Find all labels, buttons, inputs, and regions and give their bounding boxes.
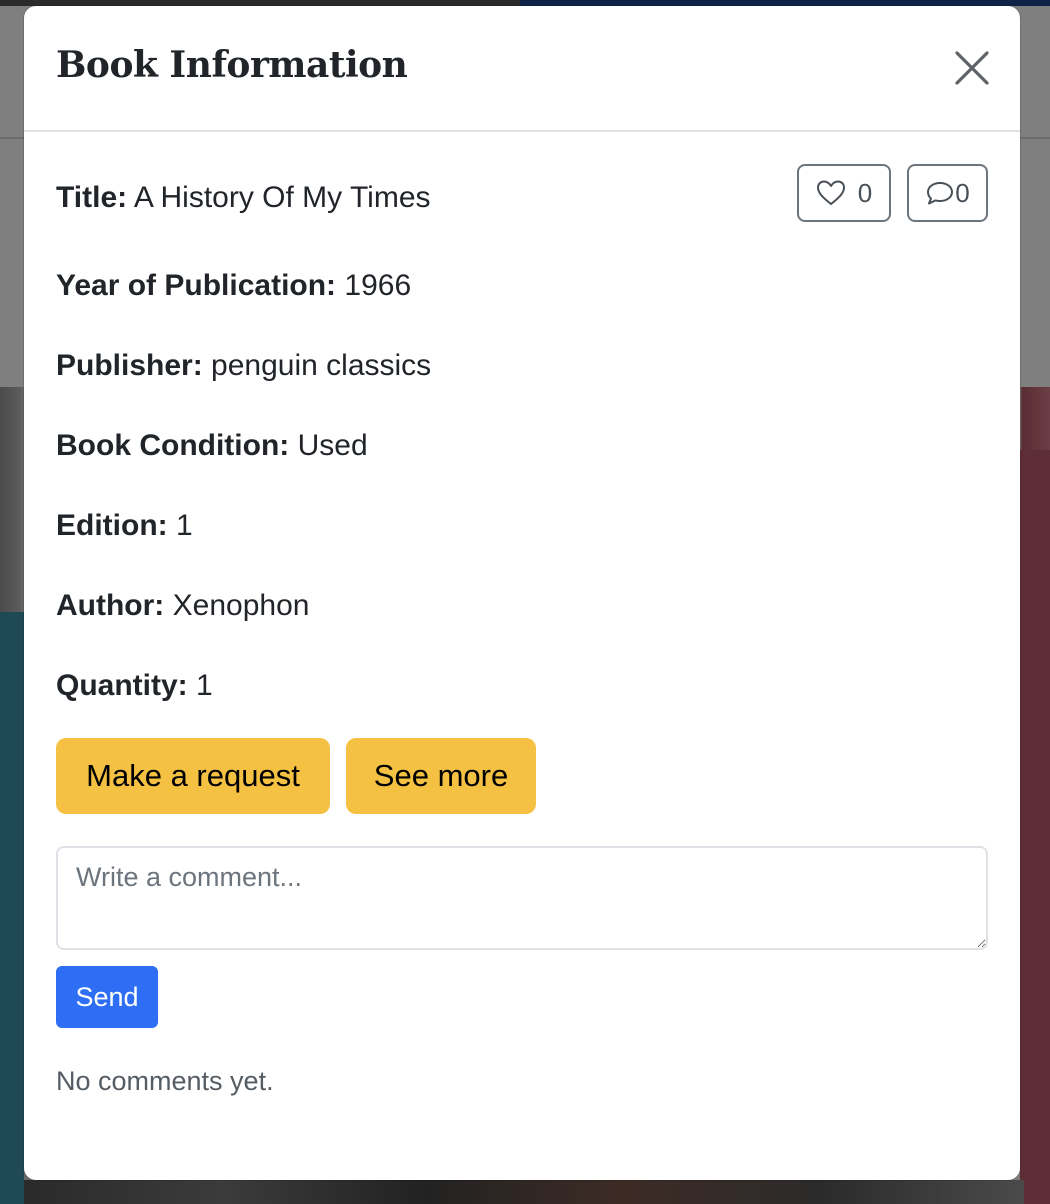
field-label: Book Condition: [56,429,290,462]
like-button[interactable]: 0 [797,164,891,222]
modal-title: Book Information [56,44,408,86]
close-button[interactable] [950,46,994,90]
modal-header: Book Information [24,6,1020,132]
comment-input[interactable] [56,846,988,950]
field-value: Xenophon [172,589,310,622]
field-value: A History Of My Times [133,181,431,214]
field-label: Quantity: [56,669,188,702]
field-label: Author: [56,589,165,622]
field-label: Publisher: [56,349,203,382]
field-label: Edition: [56,509,168,542]
field-value: 1 [196,669,213,702]
field-value: 1 [175,509,193,542]
field-title: Title: A History Of My Times [56,181,431,215]
field-value: 1966 [344,269,412,302]
field-publisher: Publisher: penguin classics [56,349,431,383]
field-quantity: Quantity: 1 [56,669,213,703]
background-book-spine [0,612,24,1204]
comments-button[interactable]: 0 [907,164,988,222]
field-edition: Edition: 1 [56,509,193,543]
background-book-spine [1020,450,1050,1204]
field-condition: Book Condition: Used [56,429,368,463]
field-year: Year of Publication: 1966 [56,269,411,303]
book-info-modal: Book Information Title: A History Of My … [24,6,1020,1180]
field-label: Year of Publication: [56,269,337,302]
field-author: Author: Xenophon [56,589,309,623]
field-value: penguin classics [211,349,432,382]
see-more-button[interactable]: See more [346,738,536,814]
close-icon [955,51,989,85]
heart-icon [816,180,845,206]
send-button[interactable]: Send [56,966,158,1028]
comment-count: 0 [955,177,970,208]
field-value: Used [297,429,368,462]
field-label: Title: [56,181,128,214]
empty-comments-text: No comments yet. [56,1066,274,1096]
background-book-row [24,1180,1024,1204]
speech-bubble-icon [927,182,954,205]
make-request-button[interactable]: Make a request [56,738,330,814]
like-count: 0 [857,177,873,208]
